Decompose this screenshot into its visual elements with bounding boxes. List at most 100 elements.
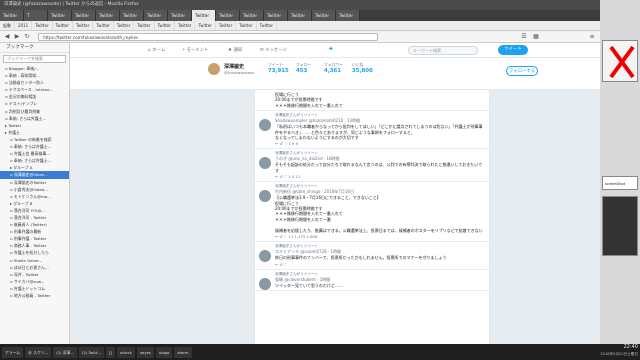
- tweet-author[interactable]: 竹内新伍: [275, 189, 291, 194]
- nav-moments[interactable]: ⚡ モーメント: [182, 47, 208, 53]
- avatar[interactable]: [259, 190, 271, 203]
- profile-name[interactable]: 深澤諭史: [224, 63, 244, 70]
- bookmark-item[interactable]: Twitter: [257, 21, 278, 30]
- sidebar-bookmark-item[interactable]: ▫ 弁護士を処分したら: [0, 249, 69, 256]
- bookmark-item[interactable]: Twitter: [93, 21, 114, 30]
- taskbar-item[interactable]: @ スクリ...: [25, 346, 52, 358]
- browser-tab[interactable]: Twitter: [96, 10, 120, 21]
- bookmark-item[interactable]: 起動: [0, 21, 15, 30]
- sidebar-bookmark-item[interactable]: ▫ 判例及び最判例集: [0, 108, 69, 115]
- sidebar-bookmark-item[interactable]: ▫ 奉納: さらば弁護士...: [0, 143, 69, 150]
- browser-tab[interactable]: Twitter: [312, 10, 336, 21]
- sidebar-bookmark-item[interactable]: ▫ 深井 - Twitter: [0, 271, 69, 278]
- back-button[interactable]: ◀: [3, 33, 11, 41]
- taskbar-item[interactable]: xeyes: [136, 346, 154, 358]
- sidebar-toggle-icon[interactable]: ▦: [532, 33, 540, 41]
- avatar[interactable]: [208, 63, 220, 75]
- follow-button[interactable]: フォローする: [506, 66, 538, 76]
- avatar[interactable]: [259, 250, 271, 263]
- nav-home[interactable]: ⌂ ホーム: [148, 47, 165, 53]
- sidebar-bookmark-item[interactable]: ▸ Twitter: [0, 122, 69, 129]
- tweet-author[interactable]: 弧騎: [275, 277, 283, 282]
- bookmark-item[interactable]: 2011: [15, 21, 33, 30]
- bookmark-item[interactable]: Twitter: [73, 21, 94, 30]
- forward-button[interactable]: ▶: [13, 33, 21, 41]
- terminal-thumbnail[interactable]: [602, 196, 638, 256]
- sidebar-bookmark-item[interactable]: ▫ ほぼ日とお客さん...: [0, 264, 69, 271]
- sidebar-bookmark-item[interactable]: ▫ 弁護士ドットコム: [0, 285, 69, 292]
- taskbar-item[interactable]: xterm: [174, 346, 192, 358]
- avatar[interactable]: [259, 119, 271, 132]
- profile-stat[interactable]: フォロワー 4,361: [324, 62, 343, 74]
- sidebar-bookmark-item[interactable]: ▫ Twitter の新着を検索: [0, 136, 69, 143]
- bookmark-item[interactable]: Twitter: [216, 21, 237, 30]
- browser-tab[interactable]: Twitter: [120, 10, 144, 21]
- sidebar-bookmark-item[interactable]: ▸ 弁護士: [0, 129, 69, 136]
- sidebar-bookmark-item[interactable]: ▫ 後藤貞人 (Twitter): [0, 221, 69, 228]
- browser-tab[interactable]: Twitter: [0, 10, 24, 21]
- tweet-author[interactable]: スオミアッキ: [275, 249, 299, 254]
- bookmark-item[interactable]: Twitter: [195, 21, 216, 30]
- heart-icon[interactable]: ♡: [284, 262, 287, 267]
- sidebar-bookmark-item[interactable]: ▫ Sholtz Gener...: [0, 257, 69, 264]
- sidebar-bookmark-item[interactable]: ▫ モトケンさん@mo...: [0, 193, 69, 200]
- library-icon[interactable]: ☰: [520, 33, 528, 41]
- bookmark-item[interactable]: Twitter: [134, 21, 155, 30]
- bookmark-item[interactable]: Twitter: [155, 21, 176, 30]
- sidebar-bookmark-item[interactable]: ▫ 地方公務員 - Twitter: [0, 292, 69, 299]
- sidebar-bookmark-item[interactable]: ▫ 深澤諭史@fukaz...: [0, 171, 69, 179]
- bookmark-item[interactable]: Twitter: [236, 21, 257, 30]
- sidebar-bookmark-item[interactable]: ▫ 深澤諭史のTwitter: [0, 179, 69, 186]
- nav-notifications[interactable]: ♠ 通知: [228, 47, 242, 53]
- taskbar-item[interactable]: xlogo: [155, 346, 173, 358]
- bookmark-item[interactable]: Twitter: [114, 21, 135, 30]
- avatar[interactable]: [259, 277, 271, 290]
- twitter-logo[interactable]: ✦: [328, 45, 334, 53]
- profile-stat[interactable]: いいね 35,800: [352, 62, 373, 74]
- sidebar-bookmark-item[interactable]: ▫ 金沢の無料相談: [0, 93, 69, 100]
- tweet[interactable]: 深澤諭史さんがリツイート 弧騎 @cloverstudent · 1時間 ツイッター…: [255, 270, 489, 291]
- browser-tab[interactable]: Twitter: [336, 10, 360, 21]
- browser-tab[interactable]: Twitter: [48, 10, 72, 21]
- browser-tab[interactable]: Twitter: [168, 10, 192, 21]
- browser-tab[interactable]: Twitter: [216, 10, 240, 21]
- reload-button[interactable]: ↻: [23, 33, 31, 41]
- bookmark-item[interactable]: Twitter: [53, 21, 73, 30]
- sidebar-bookmark-item[interactable]: ▫ 奉納: さらば弁護士...: [0, 115, 69, 122]
- window-thumbnail[interactable]: [602, 40, 638, 82]
- profile-stat[interactable]: ツイート 73,915: [268, 62, 289, 74]
- sidebar-bookmark-item[interactable]: ▫ 刑事弁護 - Twitter: [0, 235, 69, 242]
- taskbar-item[interactable]: []: [105, 346, 115, 358]
- bookmark-item[interactable]: Twitter: [175, 21, 196, 30]
- taskbar-item[interactable]: (2) 深澤...: [53, 346, 77, 358]
- tweet[interactable]: 役場に行こう 20:00までが投票時間です ＊＊＊株移行期間を入れて一番入れて: [255, 90, 489, 112]
- sidebar-bookmark-item[interactable]: ▫ 弁護士会 最高検事...: [0, 150, 69, 157]
- taskbar-item[interactable]: アラーム: [2, 346, 24, 358]
- profile-stat[interactable]: フォロー 453: [296, 62, 311, 74]
- twitter-search-input[interactable]: キーワード検索: [408, 46, 478, 55]
- taskbar-item[interactable]: xcleck: [116, 346, 135, 358]
- browser-tab[interactable]: Twitter: [192, 10, 216, 21]
- tweet[interactable]: 深澤諭史さんがリツイート 竹内新伍 @take_shingo · 2018年7月1…: [255, 182, 489, 243]
- sidebar-bookmark-item[interactable]: ▫ Blogger: 奉納/...: [0, 65, 69, 72]
- sidebar-bookmark-item[interactable]: ▫ サイカバ@suw...: [0, 278, 69, 285]
- tweet-author[interactable]: うのぎ: [275, 156, 287, 161]
- tweet-button[interactable]: ツイート: [498, 45, 528, 55]
- menu-icon[interactable]: ≡: [588, 33, 596, 41]
- sidebar-bookmark-item[interactable]: ▫ 奉納: さらば弁護士...: [0, 157, 69, 164]
- sidebar-bookmark-item[interactable]: ▫ テクスペース - Intrano...: [0, 86, 69, 93]
- sidebar-bookmark-item[interactable]: ▸ グループ B: [0, 200, 69, 207]
- sidebar-bookmark-item[interactable]: ▫ 落合洋司 - Twitter: [0, 214, 69, 221]
- sidebar-bookmark-item[interactable]: ▫ 奉納 - 高知県知...: [0, 72, 69, 79]
- sidebar-bookmark-item[interactable]: ▫ テスト/テンプレ: [0, 100, 69, 107]
- browser-tab[interactable]: T: [24, 10, 48, 21]
- tweet[interactable]: 深澤諭史さんがリツイート Shadowxampler @hanamoto0210 …: [255, 111, 489, 150]
- browser-tab[interactable]: Twitter: [72, 10, 96, 21]
- browser-tab[interactable]: Twitter: [288, 10, 312, 21]
- sidebar-bookmark-item[interactable]: ▸ グループ A: [0, 164, 69, 171]
- browser-tab[interactable]: Twitter: [240, 10, 264, 21]
- browser-tab[interactable]: Twitter: [144, 10, 168, 21]
- tweet[interactable]: 深澤諭史さんがリツイート うのぎ @uno_no_dia2nd · 16時間 そもそ…: [255, 149, 489, 183]
- browser-tab[interactable]: Twitter: [264, 10, 288, 21]
- nav-messages[interactable]: ✉ メッセージ: [260, 47, 287, 53]
